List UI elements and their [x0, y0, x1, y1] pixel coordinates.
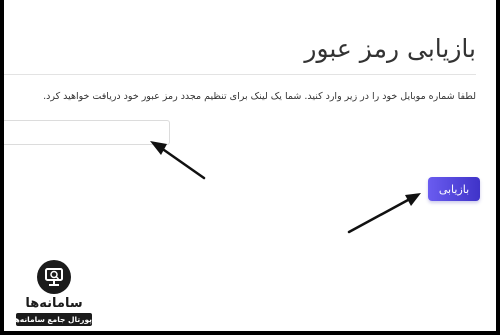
logo-name: سامانه‌ها	[25, 296, 83, 311]
logo-tagline: پورتال جامع سامانه‌ها	[11, 315, 92, 324]
samanehha-logo: سامانه‌ها پورتال جامع سامانه‌ها	[11, 260, 94, 328]
page-frame: بازیابی رمز عبور لطفا شماره موبایل خود ر…	[4, 0, 496, 331]
monitor-search-icon	[37, 260, 71, 294]
